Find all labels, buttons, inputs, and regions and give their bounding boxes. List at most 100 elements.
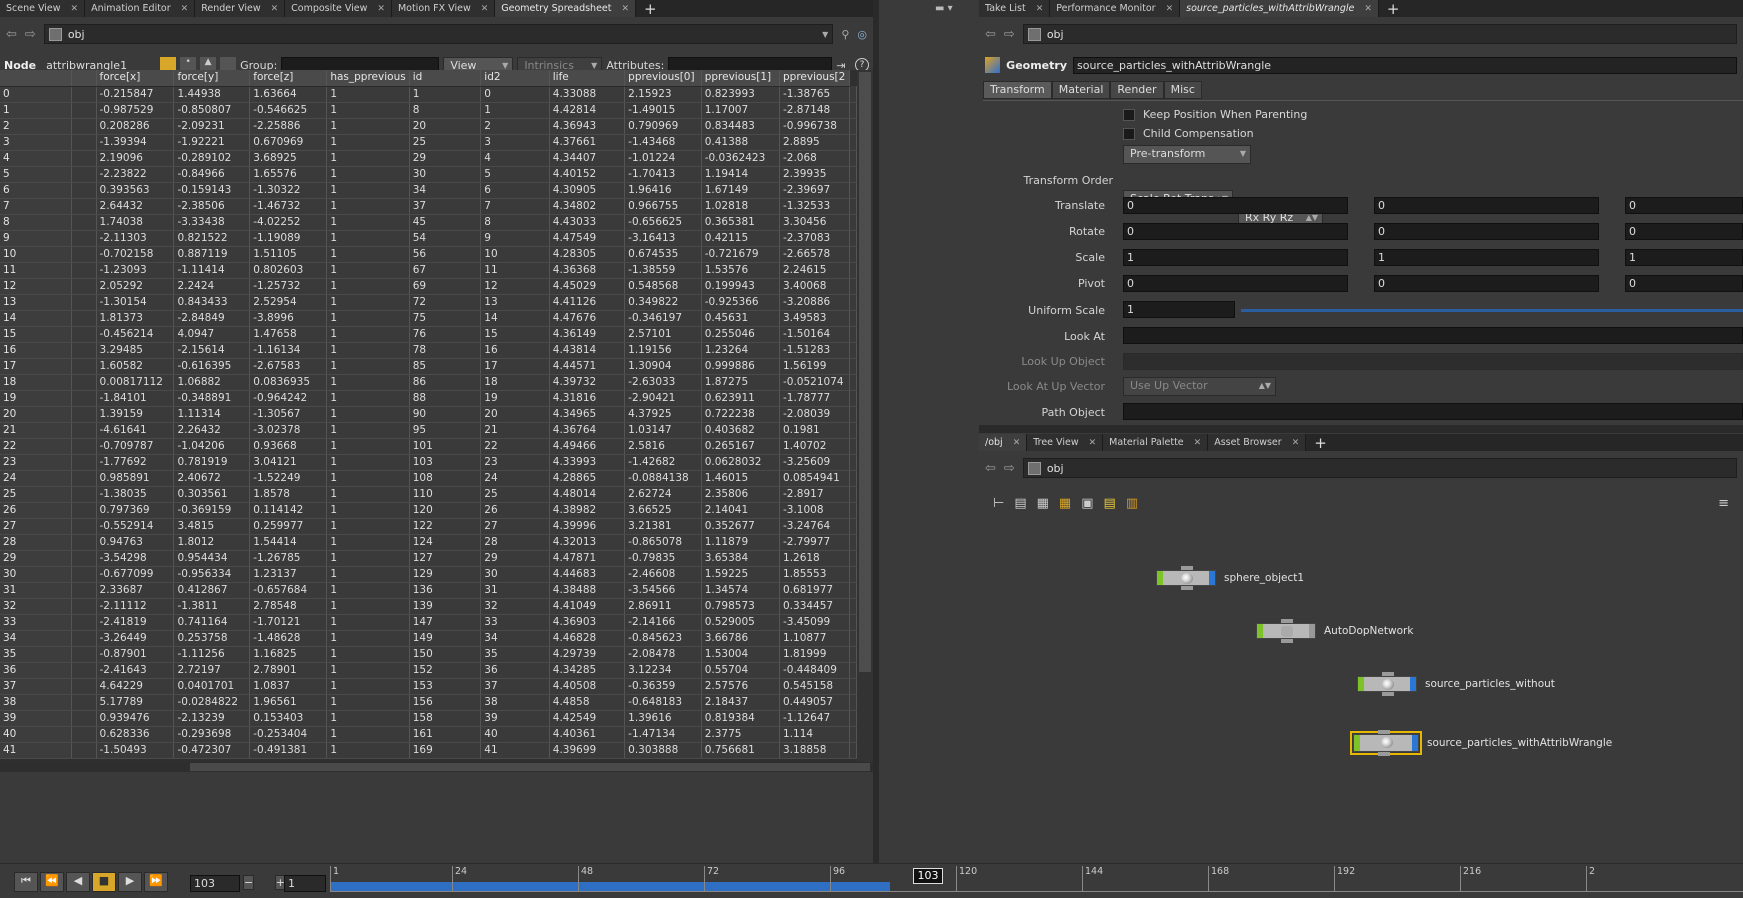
table-row[interactable]: 36 -2.41643 2.72197 2.78901 1 152 36 4.34285 3.1… xyxy=(0,662,857,679)
table-row[interactable]: 16 3.29485 -2.15614 -1.16134 1 78 16 4.43814 1.1… xyxy=(0,342,857,359)
column-header[interactable] xyxy=(71,70,97,87)
chevron-down-icon[interactable]: ▼ xyxy=(822,30,828,39)
menu-icon[interactable]: ≡ xyxy=(1718,496,1729,511)
render-flag[interactable] xyxy=(1209,571,1215,585)
path-field[interactable]: obj xyxy=(1022,24,1737,44)
table-row[interactable]: 28 0.94763 1.8012 1.54414 1 124 28 4.32013 -0.86… xyxy=(0,534,857,551)
node-source-particles-without[interactable]: source_particles_without xyxy=(1357,672,1555,696)
table-row[interactable]: 19 -1.84101 -0.348891 -0.964242 1 88 19 4.31816… xyxy=(0,390,857,407)
close-icon[interactable]: ✕ xyxy=(1013,435,1021,451)
table-row[interactable]: 39 0.939476 -2.13239 0.153403 1 158 39 4.42549 1… xyxy=(0,710,857,727)
table-row[interactable]: 6 0.393563 -0.159143 -1.30322 1 34 6 4.30905 1.9… xyxy=(0,182,857,199)
path-field[interactable]: obj xyxy=(1022,458,1737,478)
previous-key-icon[interactable]: ⏪ xyxy=(40,872,64,892)
tab-material[interactable]: Material xyxy=(1051,81,1111,99)
table-row[interactable]: 1 -0.987529 -0.850807 -0.546625 1 8 1 4.42814 -1… xyxy=(0,102,857,119)
first-frame-icon[interactable]: ⏮ xyxy=(14,872,38,892)
close-icon[interactable]: ✕ xyxy=(377,1,385,17)
tab-misc[interactable]: Misc xyxy=(1163,81,1202,99)
column-header[interactable]: force[x] xyxy=(96,70,175,87)
horizontal-scrollbar[interactable] xyxy=(0,762,873,772)
close-icon[interactable]: ✕ xyxy=(1364,1,1372,17)
table-row[interactable]: 17 1.60582 -0.616395 -2.67583 1 85 17 4.44571 1.… xyxy=(0,358,857,375)
forward-arrow-icon[interactable]: ⇨ xyxy=(1004,461,1015,476)
tab-transform[interactable]: Transform xyxy=(983,81,1052,99)
table-row[interactable]: 12 2.05292 2.2424 -1.25732 1 69 12 4.45029 0.548… xyxy=(0,278,857,295)
node-body[interactable] xyxy=(1256,619,1316,643)
add-tab-icon[interactable]: + xyxy=(1306,436,1335,451)
table-row[interactable]: 5 -2.23822 -0.84966 1.65576 1 30 5 4.40152 -1.70… xyxy=(0,166,857,183)
scale-y-field[interactable]: 1 xyxy=(1374,249,1599,266)
network-box-icon[interactable]: ▥ xyxy=(1126,496,1138,511)
parameter-icon[interactable]: ▦ xyxy=(1037,496,1049,511)
forward-arrow-icon[interactable]: ⇨ xyxy=(25,27,36,42)
column-header[interactable]: life xyxy=(549,70,626,87)
forward-arrow-icon[interactable]: ⇨ xyxy=(1004,27,1015,42)
close-icon[interactable]: ✕ xyxy=(622,1,630,17)
table-row[interactable]: 7 2.64432 -2.38506 -1.46732 1 37 7 4.34802 0.966… xyxy=(0,198,857,215)
table-row[interactable]: 35 -0.87901 -1.11256 1.16825 1 150 35 4.29739 -2… xyxy=(0,646,857,663)
list-view-icon[interactable]: ▤ xyxy=(1014,496,1026,511)
column-header[interactable]: pprevious[0] xyxy=(624,70,702,87)
table-row[interactable]: 38 5.17789 -0.0284822 1.96561 1 156 38 4.4858 -0… xyxy=(0,694,857,711)
translate-z-field[interactable]: 0 xyxy=(1625,197,1743,214)
table-row[interactable]: 25 -1.38035 0.303561 1.8578 1 110 25 4.48014 2.6… xyxy=(0,486,857,503)
table-row[interactable]: 15 -0.456214 4.0947 1.47658 1 76 15 4.36149 2.57… xyxy=(0,326,857,343)
table-row[interactable]: 33 -2.41819 0.741164 -1.70121 1 147 33 4.36903-… xyxy=(0,614,857,631)
stop-icon[interactable]: ■ xyxy=(92,872,116,892)
play-reverse-icon[interactable]: ◀ xyxy=(66,872,90,892)
render-flag[interactable] xyxy=(1309,624,1315,638)
vertical-scrollbar[interactable] xyxy=(857,70,873,762)
rotate-x-field[interactable]: 0 xyxy=(1123,223,1348,240)
scrollbar-thumb[interactable] xyxy=(190,763,870,771)
tab-render-view[interactable]: Render View ✕ xyxy=(195,0,286,17)
table-row[interactable]: 11 -1.23093 -1.11414 0.802603 1 67 11 4.36368 -1… xyxy=(0,262,857,279)
column-header[interactable]: id xyxy=(409,70,482,87)
pivot-y-field[interactable]: 0 xyxy=(1374,275,1599,292)
table-row[interactable]: 10 -0.702158 0.887119 1.51105 1 56 10 4.28305 0.… xyxy=(0,246,857,263)
table-row[interactable]: 34 -3.26449 0.253758 -1.48628 1 149 34 4.46828-… xyxy=(0,630,857,647)
rotate-y-field[interactable]: 0 xyxy=(1374,223,1599,240)
tab-composite-view[interactable]: Composite View ✕ xyxy=(285,0,392,17)
add-tab-icon[interactable]: + xyxy=(1379,2,1408,17)
tab-material-palette[interactable]: Material Palette ✕ xyxy=(1103,434,1209,451)
keep-position-checkbox[interactable] xyxy=(1123,108,1135,121)
look-at-field[interactable] xyxy=(1123,327,1743,344)
table-row[interactable]: 30 -0.677099 -0.956334 1.23137 1 129 30 4.44683… xyxy=(0,566,857,583)
close-icon[interactable]: ✕ xyxy=(481,1,489,17)
next-key-icon[interactable]: ⏩ xyxy=(144,872,168,892)
timeline[interactable]: 1 24 48 72 96 120 144 168 192 216 2 103 xyxy=(330,866,1743,896)
pre-transform-menu[interactable]: Pre-transform ▼ xyxy=(1123,145,1251,164)
pivot-x-field[interactable]: 0 xyxy=(1123,275,1348,292)
add-tab-icon[interactable]: + xyxy=(636,2,665,17)
display-flag[interactable] xyxy=(1157,571,1163,585)
scale-x-field[interactable]: 1 xyxy=(1123,249,1348,266)
table-row[interactable]: 18 0.00817112 1.06882 0.0836935 1 86 18 4.39732… xyxy=(0,374,857,391)
display-flag[interactable] xyxy=(1257,624,1263,638)
column-header[interactable]: force[y] xyxy=(173,70,251,87)
tab-asset-browser[interactable]: Asset Browser ✕ xyxy=(1208,434,1307,451)
close-icon[interactable]: ✕ xyxy=(71,1,79,17)
scale-z-field[interactable]: 1 xyxy=(1625,249,1743,266)
tab-motion-fx-view[interactable]: Motion FX View ✕ xyxy=(391,0,496,17)
sticky-note-icon[interactable]: ▤ xyxy=(1104,496,1116,511)
pane-divider[interactable] xyxy=(873,0,879,863)
network-canvas[interactable]: sphere_object1 AutoDopNetwork source_par… xyxy=(979,518,1743,863)
table-row[interactable]: 40 0.628336 -0.293698 -0.253404 1 161 40 4.4036… xyxy=(0,726,857,743)
table-row[interactable]: 22 -0.709787 -1.04206 0.93668 1 101 22 4.49466 2… xyxy=(0,438,857,455)
column-header[interactable]: force[z] xyxy=(249,70,328,87)
table-row[interactable]: 3 -1.39394 -1.92221 0.670969 1 25 3 4.37661 -1.4… xyxy=(0,134,857,151)
table-row[interactable]: 2 0.208286 -2.09231 -2.25886 1 20 2 4.36943 0.79… xyxy=(0,118,857,135)
table-row[interactable]: 20 1.39159 1.11314 -1.30567 1 90 20 4.34965 4.37… xyxy=(0,406,857,423)
child-compensation-checkbox[interactable] xyxy=(1123,127,1135,140)
tab-take-list[interactable]: Take List ✕ xyxy=(979,0,1051,17)
node-body[interactable] xyxy=(1350,730,1422,756)
column-header[interactable] xyxy=(0,70,73,87)
close-icon[interactable]: ✕ xyxy=(1089,435,1097,451)
back-arrow-icon[interactable]: ⇦ xyxy=(985,461,996,476)
link-icon[interactable]: ◎ xyxy=(857,28,867,41)
node-body[interactable] xyxy=(1357,672,1417,696)
table-row[interactable]: 41 -1.50493 -0.472307 -0.491381 1 169 41 4.3969… xyxy=(0,742,857,759)
step-field[interactable]: 1 xyxy=(284,875,326,892)
path-object-field[interactable] xyxy=(1123,403,1743,420)
